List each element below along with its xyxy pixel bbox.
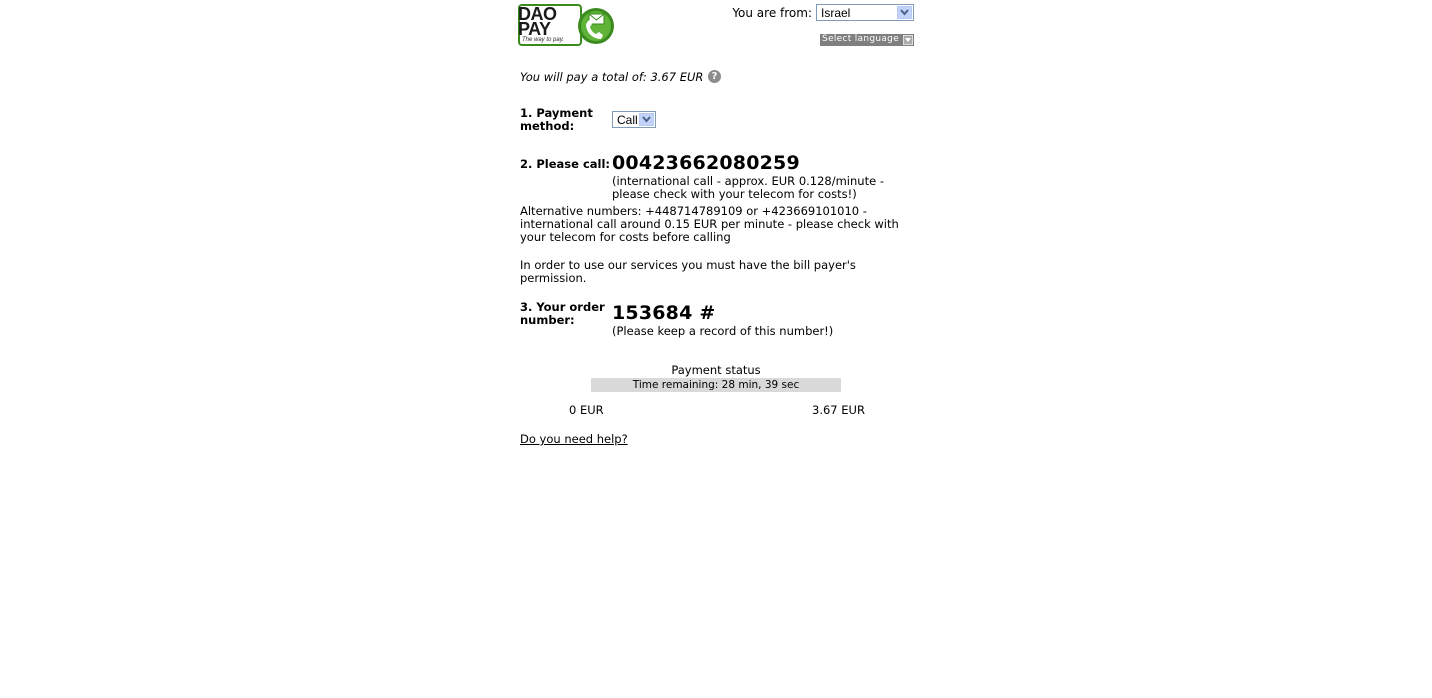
- payment-page: DAO PAY The way to pay. You are from: Is…: [517, 0, 917, 698]
- phone-envelope-icon: [578, 8, 614, 44]
- help-link[interactable]: Do you need help?: [520, 432, 628, 446]
- country-select[interactable]: Israel: [816, 4, 914, 21]
- time-remaining-text: Time remaining: 28 min, 39 sec: [632, 379, 800, 391]
- payment-method-value: Call: [617, 113, 638, 127]
- progress-max-label: 3.67 EUR: [812, 403, 865, 417]
- order-number: 153684 #: [612, 302, 716, 324]
- order-number-note: (Please keep a record of this number!): [612, 324, 834, 338]
- country-select-value: Israel: [821, 6, 851, 20]
- language-select-value: Select language: [822, 34, 900, 44]
- daopay-logo: DAO PAY The way to pay.: [518, 4, 618, 50]
- chevron-down-icon[interactable]: [639, 113, 654, 126]
- step-please-call-label: 2. Please call:: [520, 157, 611, 171]
- alternative-numbers-text: Alternative numbers: +448714789109 or +4…: [520, 204, 899, 244]
- language-select[interactable]: Select language: [820, 34, 914, 46]
- logo-tagline: The way to pay.: [522, 37, 564, 43]
- chevron-down-icon[interactable]: [897, 6, 912, 19]
- payment-progress-bar: Time remaining: 28 min, 39 sec: [591, 378, 841, 392]
- question-circle-icon[interactable]: ?: [708, 70, 721, 83]
- progress-min-label: 0 EUR: [569, 403, 604, 417]
- call-cost-note: (international call - approx. EUR 0.128/…: [612, 174, 884, 201]
- permission-text: In order to use our services you must ha…: [520, 258, 856, 285]
- total-amount-text: You will pay a total of: 3.67 EUR: [520, 70, 704, 84]
- logo-word-pay: PAY: [518, 19, 551, 39]
- call-number: 00423662080259: [612, 152, 800, 174]
- step-payment-method-label: 1. Payment method:: [520, 106, 593, 133]
- payment-status-title: Payment status: [671, 363, 761, 377]
- chevron-down-icon[interactable]: [903, 35, 913, 45]
- country-label: You are from:: [732, 6, 812, 20]
- step-order-number-label: 3. Your order number:: [520, 300, 605, 327]
- payment-method-select[interactable]: Call: [612, 111, 656, 128]
